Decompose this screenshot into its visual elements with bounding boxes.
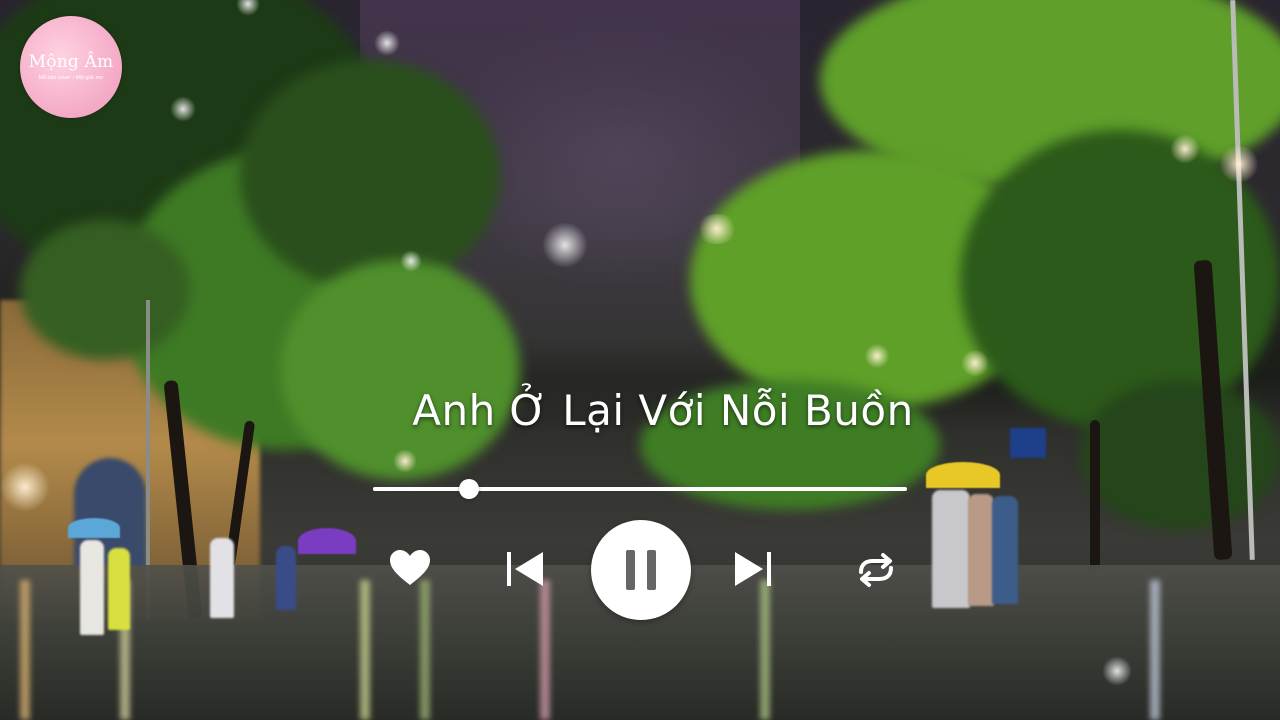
street-light — [1170, 134, 1200, 164]
building-light — [0, 462, 50, 512]
pedestrian — [108, 548, 130, 630]
street-light — [960, 350, 990, 376]
rain-bokeh — [542, 222, 588, 268]
street-light — [864, 344, 890, 368]
repeat-button[interactable] — [852, 550, 900, 590]
video-frame: Mộng Âm Mỗi bản cover – Một giấc mơ Anh … — [0, 0, 1280, 720]
channel-logo: Mộng Âm Mỗi bản cover – Một giấc mơ — [20, 16, 122, 118]
next-button[interactable] — [732, 548, 774, 590]
light-reflection — [1150, 580, 1160, 720]
light-reflection — [20, 580, 30, 720]
repeat-icon — [859, 553, 893, 587]
pedestrian — [992, 496, 1018, 604]
previous-button[interactable] — [504, 548, 546, 590]
rain-bokeh — [374, 30, 400, 56]
light-reflection — [760, 580, 770, 720]
pause-icon — [626, 550, 656, 590]
skip-next-icon — [735, 552, 771, 586]
rain-bokeh — [400, 250, 422, 272]
light-reflection — [360, 580, 370, 720]
tree-trunk — [1090, 420, 1100, 570]
pedestrian — [276, 546, 296, 610]
umbrella — [298, 528, 356, 554]
light-reflection — [420, 580, 430, 720]
light-reflection — [540, 580, 550, 720]
umbrella — [68, 518, 120, 538]
progress-fill — [373, 487, 470, 491]
pedestrian — [968, 494, 994, 606]
rain-bokeh — [1102, 656, 1132, 686]
song-title: Anh Ở Lại Với Nỗi Buồn — [412, 386, 914, 435]
pedestrian — [210, 538, 234, 618]
progress-bar[interactable] — [373, 479, 907, 499]
skip-previous-icon — [507, 552, 543, 586]
tree-canopy — [240, 60, 500, 290]
logo-subtitle: Mỗi bản cover – Một giấc mơ — [38, 75, 104, 81]
logo-title: Mộng Âm — [28, 52, 114, 72]
umbrella — [926, 462, 1000, 488]
pedestrian — [80, 540, 104, 635]
pedestrian — [932, 490, 970, 608]
play-pause-button[interactable] — [591, 520, 691, 620]
like-button[interactable] — [388, 548, 432, 588]
progress-knob[interactable] — [459, 479, 480, 499]
tree-canopy — [280, 260, 520, 480]
street-light — [392, 450, 418, 472]
heart-icon — [390, 550, 430, 585]
rain-bokeh — [170, 96, 196, 122]
street-light — [1218, 146, 1260, 182]
tree-canopy — [20, 220, 190, 360]
street-light — [696, 214, 738, 244]
